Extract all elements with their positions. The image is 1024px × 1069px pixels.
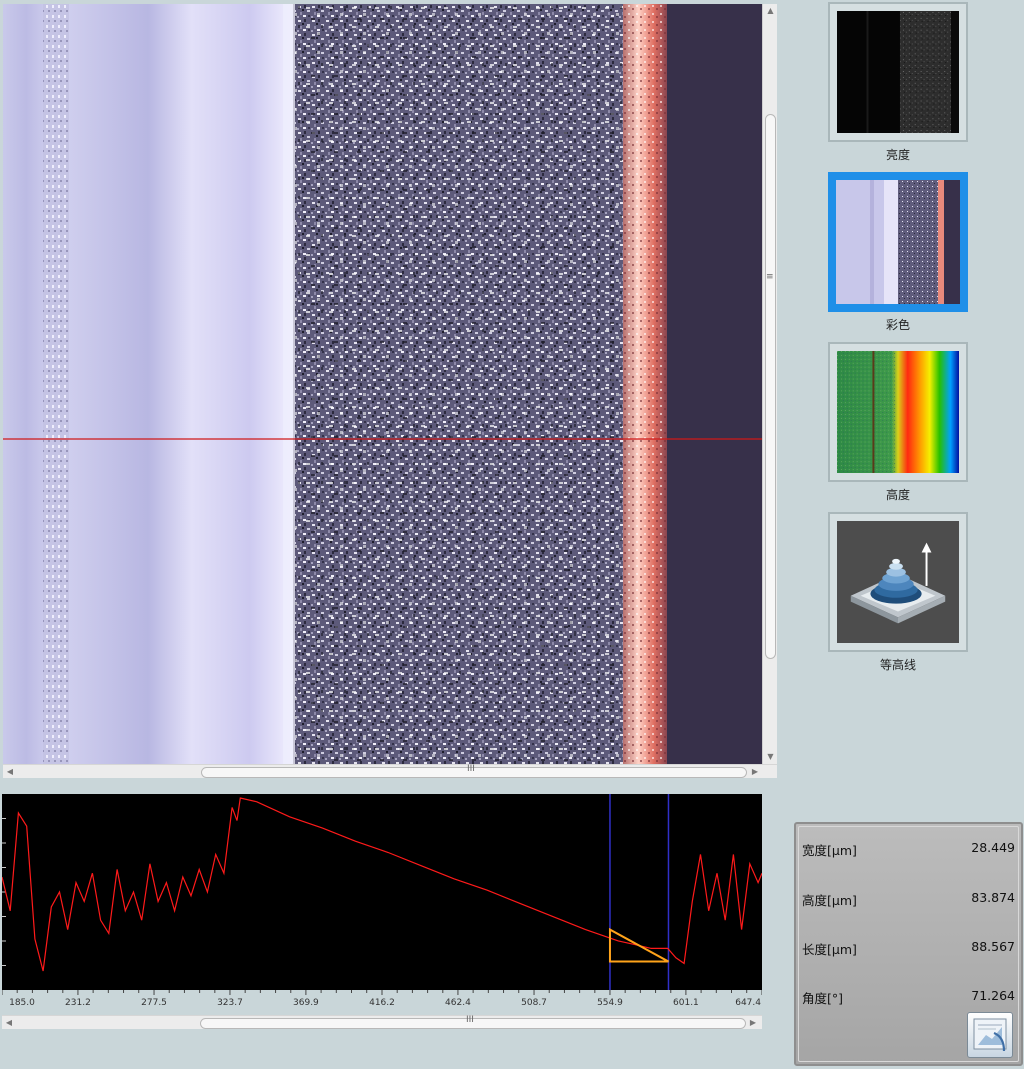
x-tick-label: 601.1 (673, 998, 699, 1008)
measurement-panel: 宽度[μm] 28.449 高度[μm] 83.874 长度[μm] 88.56… (794, 822, 1023, 1066)
measurement-label: 高度[μm] (802, 893, 857, 908)
viewer-vertical-scrollbar[interactable]: ▲ ≡ ▼ (762, 4, 777, 764)
profile-horizontal-scrollbar[interactable]: ◀ III ▶ (2, 1015, 762, 1029)
mode-label: 亮度 (885, 148, 910, 162)
mode-thumbnail-frame[interactable] (828, 512, 968, 652)
profile-chart-canvas[interactable]: 185.0 231.2 277.5 323.7 369.9 416.2 462.4 508.7… (2, 794, 762, 1016)
mode-contour[interactable]: 等高线 (828, 512, 968, 673)
x-tick-label: 508.7 (521, 998, 547, 1008)
color-image-icon (836, 180, 960, 304)
color-image-viewport[interactable] (3, 4, 762, 764)
measurement-length-row: 长度[μm] 88.567 (802, 939, 1015, 957)
mode-brightness[interactable]: 亮度 (828, 2, 968, 163)
height-map-icon (837, 351, 959, 473)
mode-label: 等高线 (879, 658, 916, 672)
x-tick-label: 416.2 (369, 998, 395, 1008)
contour-3d-icon (837, 521, 959, 643)
x-tick-label: 277.5 (141, 998, 167, 1008)
x-tick-label: 323.7 (217, 998, 243, 1008)
measurement-label: 长度[μm] (802, 942, 857, 957)
mode-thumbnail-frame[interactable] (828, 342, 968, 482)
scroll-right-icon[interactable]: ▶ (748, 765, 762, 779)
mode-thumbnail-frame[interactable] (828, 2, 968, 142)
grip-icon: III (466, 1015, 474, 1025)
scroll-down-icon[interactable]: ▼ (763, 750, 778, 764)
measurement-value: 28.449 (971, 840, 1015, 855)
vertical-scroll-thumb[interactable] (765, 114, 776, 659)
grip-icon: III (467, 764, 475, 774)
grip-icon: ≡ (766, 272, 774, 282)
profile-chart[interactable]: 185.0 231.2 277.5 323.7 369.9 416.2 462.4 508.7… (2, 794, 762, 1016)
mode-label: 彩色 (885, 318, 910, 332)
measurement-angle-row: 角度[°] 71.264 (802, 988, 1015, 1006)
mode-label: 高度 (885, 488, 910, 502)
scroll-right-icon[interactable]: ▶ (746, 1016, 760, 1030)
scroll-left-icon[interactable]: ◀ (3, 765, 17, 779)
measurement-width-row: 宽度[μm] 28.449 (802, 840, 1015, 858)
measurement-value: 83.874 (971, 890, 1015, 905)
mode-thumbnail-frame[interactable] (828, 172, 968, 312)
sample-surface-image (3, 4, 762, 764)
mode-height[interactable]: 高度 (828, 342, 968, 503)
measurement-label: 角度[°] (802, 991, 844, 1006)
measurement-value: 71.264 (971, 988, 1015, 1003)
measurement-height-row: 高度[μm] 83.874 (802, 890, 1015, 908)
x-tick-label: 554.9 (597, 998, 623, 1008)
brightness-image-icon (837, 11, 959, 133)
scroll-left-icon[interactable]: ◀ (2, 1016, 16, 1030)
report-chart-icon (973, 1018, 1007, 1052)
scroll-up-icon[interactable]: ▲ (763, 4, 778, 18)
x-tick-label: 231.2 (65, 998, 91, 1008)
x-tick-label: 369.9 (293, 998, 319, 1008)
x-tick-label: 647.4 (735, 998, 761, 1008)
measurement-value: 88.567 (971, 939, 1015, 954)
export-report-button[interactable] (967, 1012, 1013, 1058)
x-tick-label: 185.0 (9, 998, 35, 1008)
mode-color[interactable]: 彩色 (828, 172, 968, 333)
measurement-label: 宽度[μm] (802, 843, 857, 858)
viewer-horizontal-scrollbar[interactable]: ◀ III ▶ (3, 764, 777, 778)
x-tick-label: 462.4 (445, 998, 471, 1008)
